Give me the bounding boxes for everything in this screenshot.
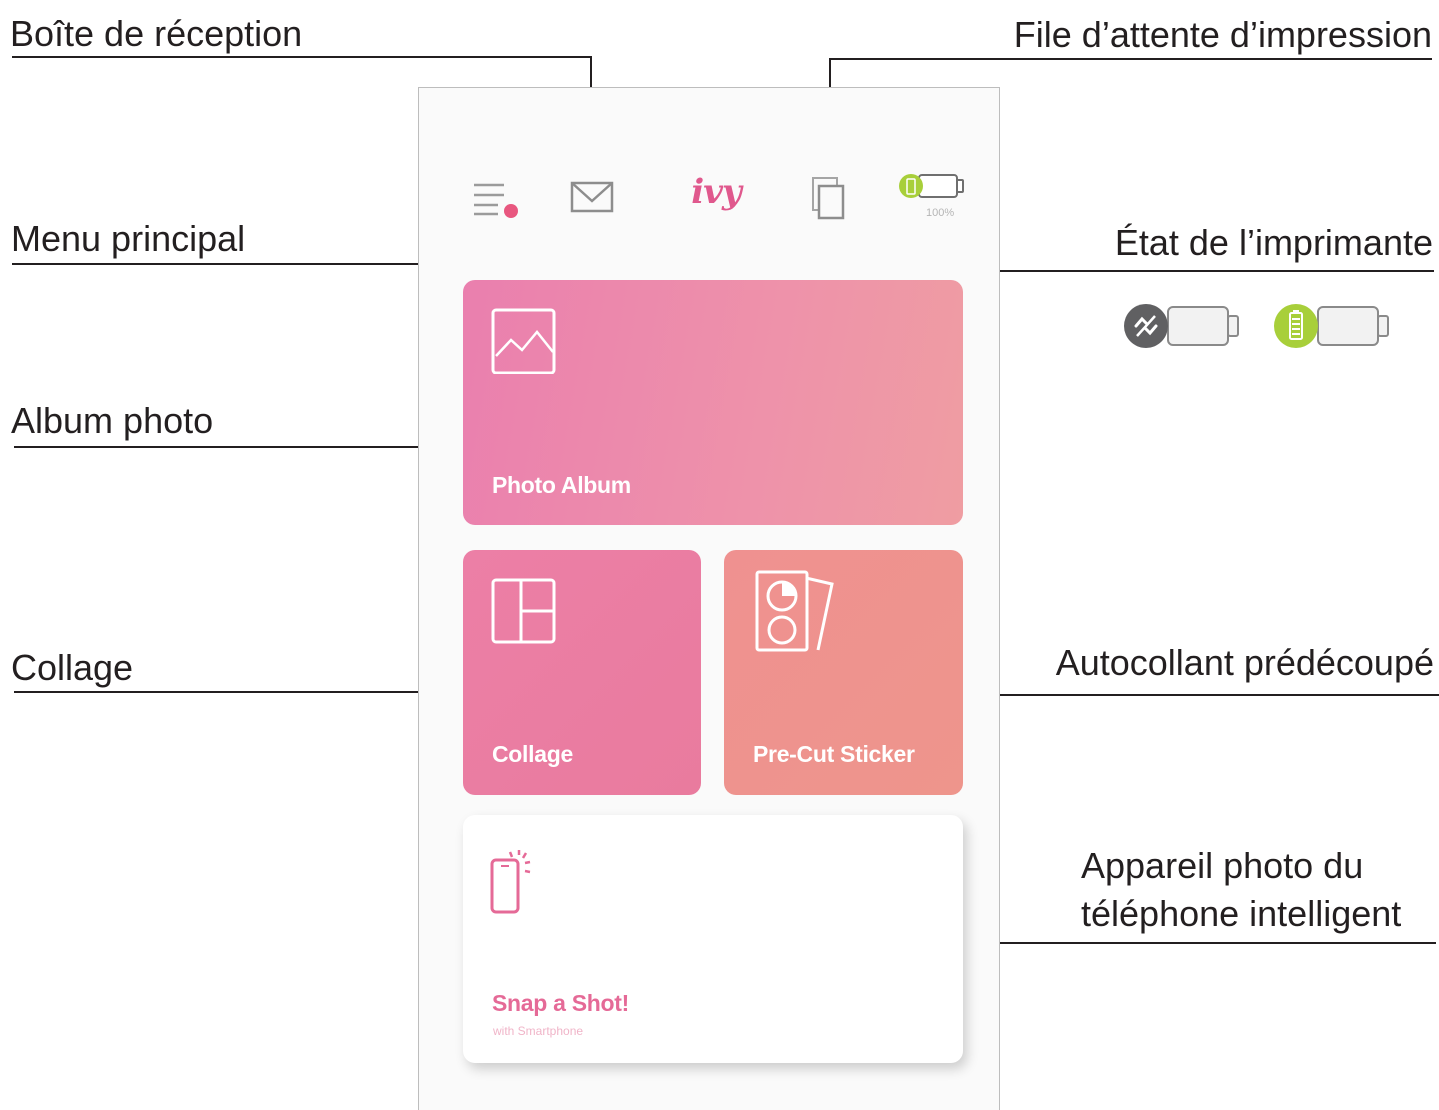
app-logo: ivy: [691, 172, 741, 212]
menu-icon[interactable]: [470, 180, 522, 222]
callout-collage: Collage: [11, 647, 134, 688]
image-icon: [491, 308, 556, 374]
callout-inbox: Boîte de réception: [10, 13, 303, 54]
inbox-icon[interactable]: [570, 181, 614, 213]
smartphone-icon: [490, 850, 531, 914]
battery-charging-icon: [1274, 304, 1389, 348]
snap-a-shot-subtitle: with Smartphone: [493, 1024, 584, 1038]
precut-sticker-label: Pre-Cut Sticker: [753, 741, 915, 767]
disconnected-icon: [1124, 304, 1239, 348]
sticker-icon: [755, 570, 834, 652]
leader-line-print-queue: [830, 58, 1432, 60]
printer-battery-icon[interactable]: [897, 172, 967, 202]
leader-line-inbox: [12, 56, 592, 58]
photo-album-label: Photo Album: [492, 472, 631, 498]
print-queue-icon[interactable]: [810, 176, 846, 222]
callout-print-queue: File d’attente d’impression: [1013, 14, 1432, 55]
snap-a-shot-label: Snap a Shot!: [492, 990, 629, 1016]
callout-smartphone-camera-line2: téléphone intelligent: [1081, 893, 1402, 934]
collage-label: Collage: [492, 741, 573, 767]
collage-grid-icon: [491, 578, 556, 644]
leader-line-printer-status: [944, 270, 1434, 272]
callout-main-menu: Menu principal: [11, 218, 246, 259]
callout-photo-album: Album photo: [11, 400, 214, 441]
leader-line-collage: [14, 691, 486, 693]
battery-percent: 100%: [926, 207, 955, 219]
callout-precut-sticker: Autocollant prédécoupé: [1055, 642, 1434, 683]
callout-smartphone-camera-line1: Appareil photo du: [1081, 845, 1364, 886]
callout-printer-status: État de l’imprimante: [1114, 222, 1433, 263]
